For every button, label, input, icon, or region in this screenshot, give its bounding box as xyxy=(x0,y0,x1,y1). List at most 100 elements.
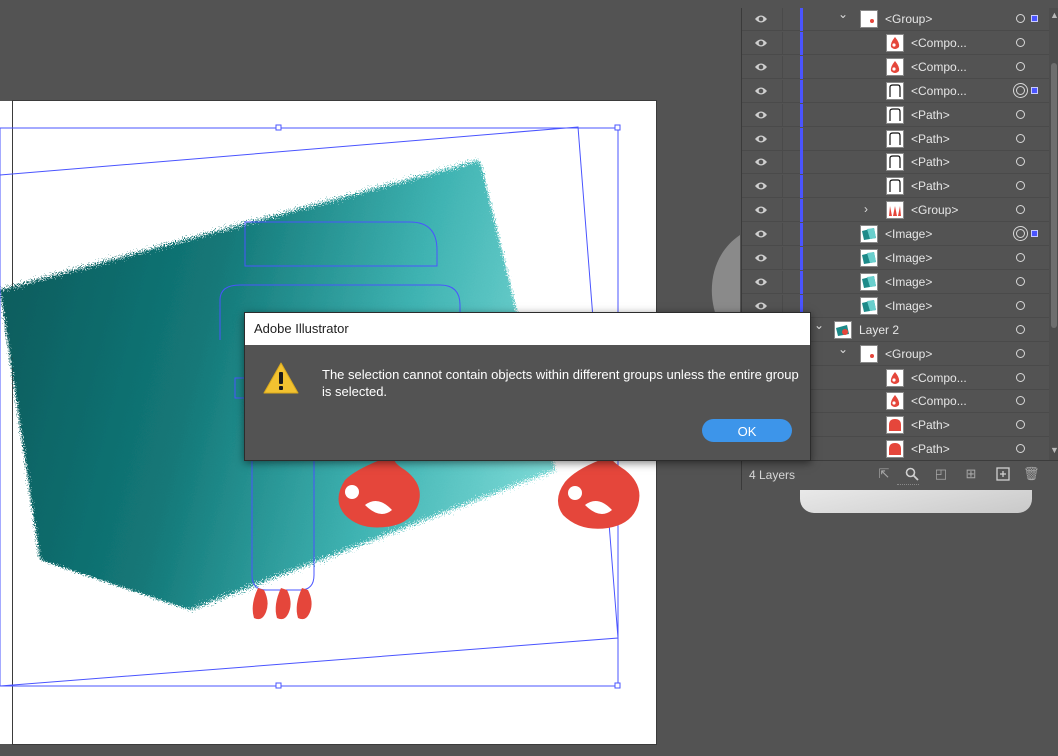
layer-name: <Path> xyxy=(911,418,950,433)
lock-column[interactable] xyxy=(782,31,783,55)
layer-row[interactable]: › <Group> xyxy=(742,199,1049,223)
chevron-down-icon[interactable]: ⌄ xyxy=(814,318,824,332)
layer-name: <Group> xyxy=(885,12,933,26)
alert-dialog: Adobe Illustrator The selection cannot c… xyxy=(244,312,811,461)
visibility-eye-icon[interactable] xyxy=(754,85,768,97)
layer-count: 4 Layers xyxy=(749,468,796,482)
target-circle-icon[interactable] xyxy=(1016,444,1025,454)
target-circle-icon[interactable] xyxy=(1016,37,1025,47)
target-circle-icon[interactable] xyxy=(1016,14,1025,23)
visibility-eye-icon[interactable] xyxy=(754,133,768,145)
lock-column[interactable] xyxy=(782,103,783,127)
layer-name: <Compo... xyxy=(911,370,967,385)
layer-color-bar xyxy=(800,270,803,294)
layer-name: <Path> xyxy=(911,442,950,457)
target-circle-icon[interactable] xyxy=(1016,396,1025,406)
export-icon[interactable]: ⇱ xyxy=(877,467,891,481)
layer-color-bar xyxy=(800,175,803,199)
scroll-up-icon[interactable]: ▲ xyxy=(1050,10,1058,20)
new-layer-icon[interactable] xyxy=(996,467,1010,481)
layer-row[interactable]: <Path> xyxy=(742,127,1049,151)
layer-row[interactable]: <Compo... xyxy=(742,55,1049,79)
layers-scrollbar[interactable]: ▲ ▼ xyxy=(1049,8,1058,460)
visibility-eye-icon[interactable] xyxy=(754,204,768,216)
visibility-eye-icon[interactable] xyxy=(754,276,768,288)
target-circle-icon[interactable] xyxy=(1016,420,1025,430)
lock-column[interactable] xyxy=(782,223,783,247)
panel-resize-grip[interactable] xyxy=(897,484,919,488)
lock-column[interactable] xyxy=(782,79,783,103)
target-circle-icon[interactable] xyxy=(1016,348,1025,358)
layer-row[interactable]: <Path> xyxy=(742,151,1049,175)
target-circle-icon[interactable] xyxy=(1016,133,1025,143)
target-circle-icon[interactable] xyxy=(1016,61,1025,71)
lock-column[interactable] xyxy=(782,247,783,270)
layer-row[interactable]: <Image> xyxy=(742,223,1049,247)
flame-icon xyxy=(886,368,904,387)
layer-name: <Image> xyxy=(885,227,933,242)
visibility-eye-icon[interactable] xyxy=(754,300,768,312)
dialog-message: The selection cannot contain objects wit… xyxy=(322,367,799,399)
target-circle-icon[interactable] xyxy=(1016,276,1025,286)
target-circle-icon[interactable] xyxy=(1016,253,1025,262)
group-flame-icon xyxy=(860,10,878,28)
chevron-down-icon[interactable]: ⌄ xyxy=(838,8,848,21)
make-clipping-mask-icon[interactable]: ◰ xyxy=(934,467,948,481)
lock-column[interactable] xyxy=(782,127,783,151)
flame-icon xyxy=(886,33,904,52)
lock-column[interactable] xyxy=(782,8,783,31)
target-circle-icon[interactable] xyxy=(1016,157,1025,167)
layer-name: <Compo... xyxy=(911,83,967,98)
scroll-down-icon[interactable]: ▼ xyxy=(1050,445,1058,455)
chevron-right-icon[interactable]: › xyxy=(864,202,868,216)
path-outline-icon xyxy=(886,81,904,100)
layer-name: <Path> xyxy=(911,155,950,170)
lock-column[interactable] xyxy=(782,199,783,223)
visibility-eye-icon[interactable] xyxy=(754,109,768,121)
target-circle-icon[interactable] xyxy=(1013,82,1028,98)
visibility-eye-icon[interactable] xyxy=(754,13,768,25)
layer-row[interactable]: <Image> xyxy=(742,247,1049,270)
layer-row[interactable]: <Path> xyxy=(742,103,1049,127)
target-circle-icon[interactable] xyxy=(1016,300,1025,310)
visibility-eye-icon[interactable] xyxy=(754,156,768,168)
layer-row[interactable]: <Compo... xyxy=(742,79,1049,103)
visibility-eye-icon[interactable] xyxy=(754,61,768,73)
selection-indicator[interactable] xyxy=(1031,86,1038,94)
visibility-eye-icon[interactable] xyxy=(754,37,768,49)
search-icon[interactable] xyxy=(905,467,919,481)
new-sublayer-icon[interactable]: ⊞ xyxy=(964,467,978,481)
layer-name: <Group> xyxy=(885,346,933,361)
lock-column[interactable] xyxy=(782,55,783,79)
target-circle-icon[interactable] xyxy=(1016,205,1025,215)
target-circle-icon[interactable] xyxy=(1016,372,1025,382)
visibility-eye-icon[interactable] xyxy=(754,228,768,240)
warning-icon xyxy=(263,362,299,394)
layer-color-bar xyxy=(800,223,803,247)
target-circle-icon[interactable] xyxy=(1013,226,1028,242)
layer-name: <Image> xyxy=(885,274,933,289)
target-circle-icon[interactable] xyxy=(1016,109,1025,119)
lock-column[interactable] xyxy=(782,270,783,294)
layer-row[interactable]: <Image> xyxy=(742,270,1049,294)
layer-color-bar xyxy=(800,31,803,55)
chevron-down-icon[interactable]: ⌄ xyxy=(838,342,848,356)
visibility-eye-icon[interactable] xyxy=(754,252,768,264)
layer-color-bar xyxy=(800,151,803,175)
layer-row[interactable]: <Path> xyxy=(742,175,1049,199)
layer-color-bar xyxy=(800,247,803,270)
lock-column[interactable] xyxy=(782,151,783,175)
lock-column[interactable] xyxy=(782,175,783,199)
scrollbar-thumb[interactable] xyxy=(1051,63,1057,328)
layer-row[interactable]: ⌄ <Group> xyxy=(742,8,1049,31)
layer-row[interactable]: <Compo... xyxy=(742,31,1049,55)
target-circle-icon[interactable] xyxy=(1016,324,1025,334)
ok-button[interactable]: OK xyxy=(702,419,792,442)
visibility-eye-icon[interactable] xyxy=(754,180,768,192)
selection-indicator[interactable] xyxy=(1031,230,1038,238)
selection-indicator[interactable] xyxy=(1031,15,1038,22)
target-circle-icon[interactable] xyxy=(1016,181,1025,191)
delete-icon[interactable]: 🗑 xyxy=(1023,467,1040,481)
dialog-titlebar[interactable]: Adobe Illustrator xyxy=(245,313,810,345)
red-blob-icon xyxy=(886,440,904,459)
